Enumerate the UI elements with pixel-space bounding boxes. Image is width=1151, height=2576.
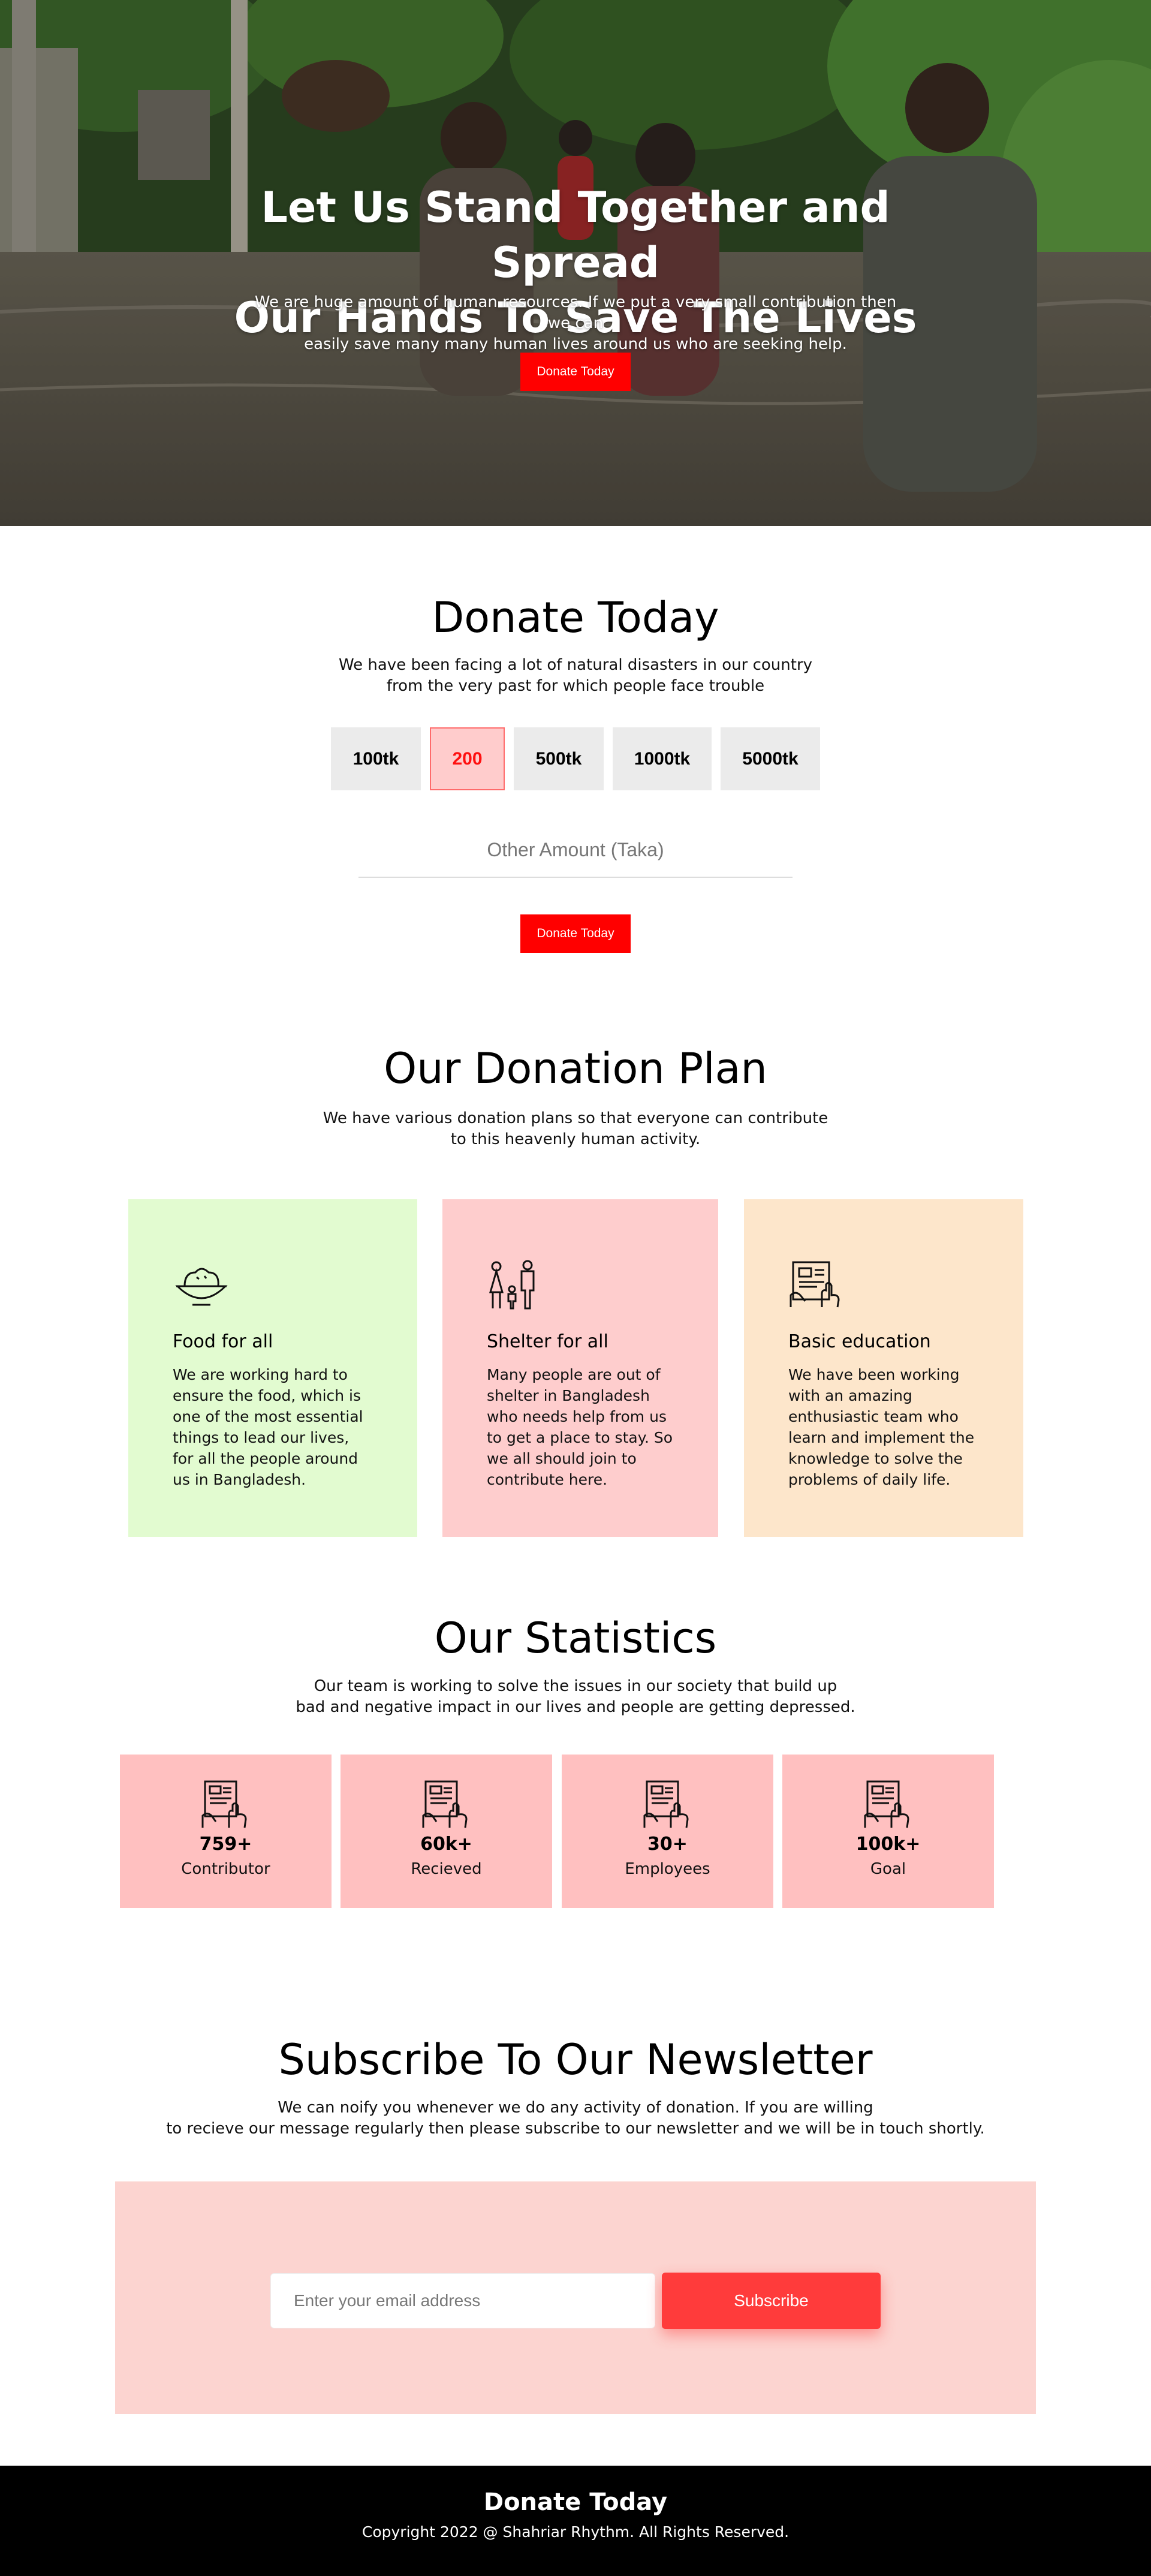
stat-label: Recieved (411, 1860, 482, 1878)
stat-label: Goal (870, 1860, 906, 1878)
stats-subtitle-line1: Our team is working to solve the issues … (314, 1677, 837, 1695)
plan-subtitle-line2: to this heavenly human activity. (450, 1130, 701, 1148)
footer-title: Donate Today (483, 2488, 668, 2516)
plan-card-shelter: Shelter for all Many people are out of s… (442, 1199, 718, 1537)
plan-subtitle: We have various donation plans so that e… (156, 1108, 995, 1150)
hero-donate-button[interactable]: Donate Today (520, 353, 631, 391)
stat-value: 100k+ (855, 1834, 921, 1855)
footer: Donate Today Copyright 2022 @ Shahriar R… (0, 2466, 1151, 2576)
stat-value: 30+ (647, 1834, 688, 1855)
stat-label: Employees (625, 1860, 710, 1878)
email-input[interactable] (270, 2273, 655, 2328)
amount-option-5000[interactable]: 5000tk (721, 727, 820, 790)
plan-card-education-text: We have been working with an amazing ent… (788, 1366, 975, 1488)
hero-title-line1: Let Us Stand Together and Spread (261, 183, 890, 287)
plan-card-shelter-title: Shelter for all (487, 1331, 608, 1352)
donate-subtitle-line1: We have been facing a lot of natural dis… (338, 656, 813, 674)
plan-card-education-title: Basic education (788, 1331, 931, 1352)
newsletter-subtitle-line2: to recieve our message regularly then pl… (166, 2120, 985, 2138)
plan-card-food-text: We are working hard to ensure the food, … (173, 1366, 363, 1488)
newsletter-subtitle-line1: We can noify you whenever we do any acti… (278, 2099, 873, 2117)
stats-subtitle: Our team is working to solve the issues … (156, 1676, 995, 1718)
stats-subtitle-line2: bad and negative impact in our lives and… (296, 1698, 855, 1716)
plan-card-shelter-text: Many people are out of shelter in Bangla… (487, 1366, 673, 1488)
education-icon (790, 1261, 840, 1308)
hero-section: Let Us Stand Together and Spread Our Han… (0, 0, 1151, 526)
report-hand-icon (643, 1780, 689, 1828)
family-icon (489, 1260, 535, 1310)
report-hand-icon (422, 1780, 468, 1828)
donate-today-button[interactable]: Donate Today (520, 914, 631, 953)
food-bowl-icon (175, 1268, 228, 1306)
stats-title: Our Statistics (434, 1614, 717, 1663)
report-hand-icon (864, 1780, 909, 1828)
newsletter-title: Subscribe To Our Newsletter (278, 2035, 873, 2084)
report-hand-icon (201, 1780, 247, 1828)
stat-label: Contributor (181, 1860, 270, 1878)
amount-option-200[interactable]: 200 (430, 727, 505, 790)
plan-card-education: Basic education We have been working wit… (744, 1199, 1023, 1537)
plan-card-food-title: Food for all (173, 1331, 273, 1352)
amount-option-1000[interactable]: 1000tk (613, 727, 712, 790)
amount-option-100[interactable]: 100tk (331, 727, 421, 790)
plan-title: Our Donation Plan (384, 1044, 767, 1093)
subscribe-button[interactable]: Subscribe (662, 2273, 881, 2329)
plan-subtitle-line1: We have various donation plans so that e… (323, 1109, 828, 1127)
hero-subtitle: We are huge amount of human resources. I… (246, 292, 905, 355)
plan-card-food: Food for all We are working hard to ensu… (128, 1199, 417, 1537)
other-amount-input[interactable] (358, 823, 793, 878)
hero-subtitle-line1: We are huge amount of human resources. I… (254, 293, 897, 332)
stat-card-goal: 100k+ Goal (782, 1755, 994, 1908)
footer-copyright: Copyright 2022 @ Shahriar Rhythm. All Ri… (361, 2523, 790, 2541)
donate-subtitle: We have been facing a lot of natural dis… (156, 655, 995, 697)
hero-subtitle-line2: easily save many many human lives around… (304, 335, 847, 353)
stat-value: 60k+ (420, 1834, 472, 1855)
donate-subtitle-line2: from the very past for which people face… (386, 677, 765, 695)
stat-card-contributor: 759+ Contributor (120, 1755, 332, 1908)
newsletter-subtitle: We can noify you whenever we do any acti… (156, 2097, 995, 2139)
amount-option-500[interactable]: 500tk (514, 727, 604, 790)
stat-card-received: 60k+ Recieved (341, 1755, 552, 1908)
donate-title: Donate Today (432, 593, 719, 642)
stat-value: 759+ (199, 1834, 252, 1855)
stat-card-employees: 30+ Employees (562, 1755, 773, 1908)
